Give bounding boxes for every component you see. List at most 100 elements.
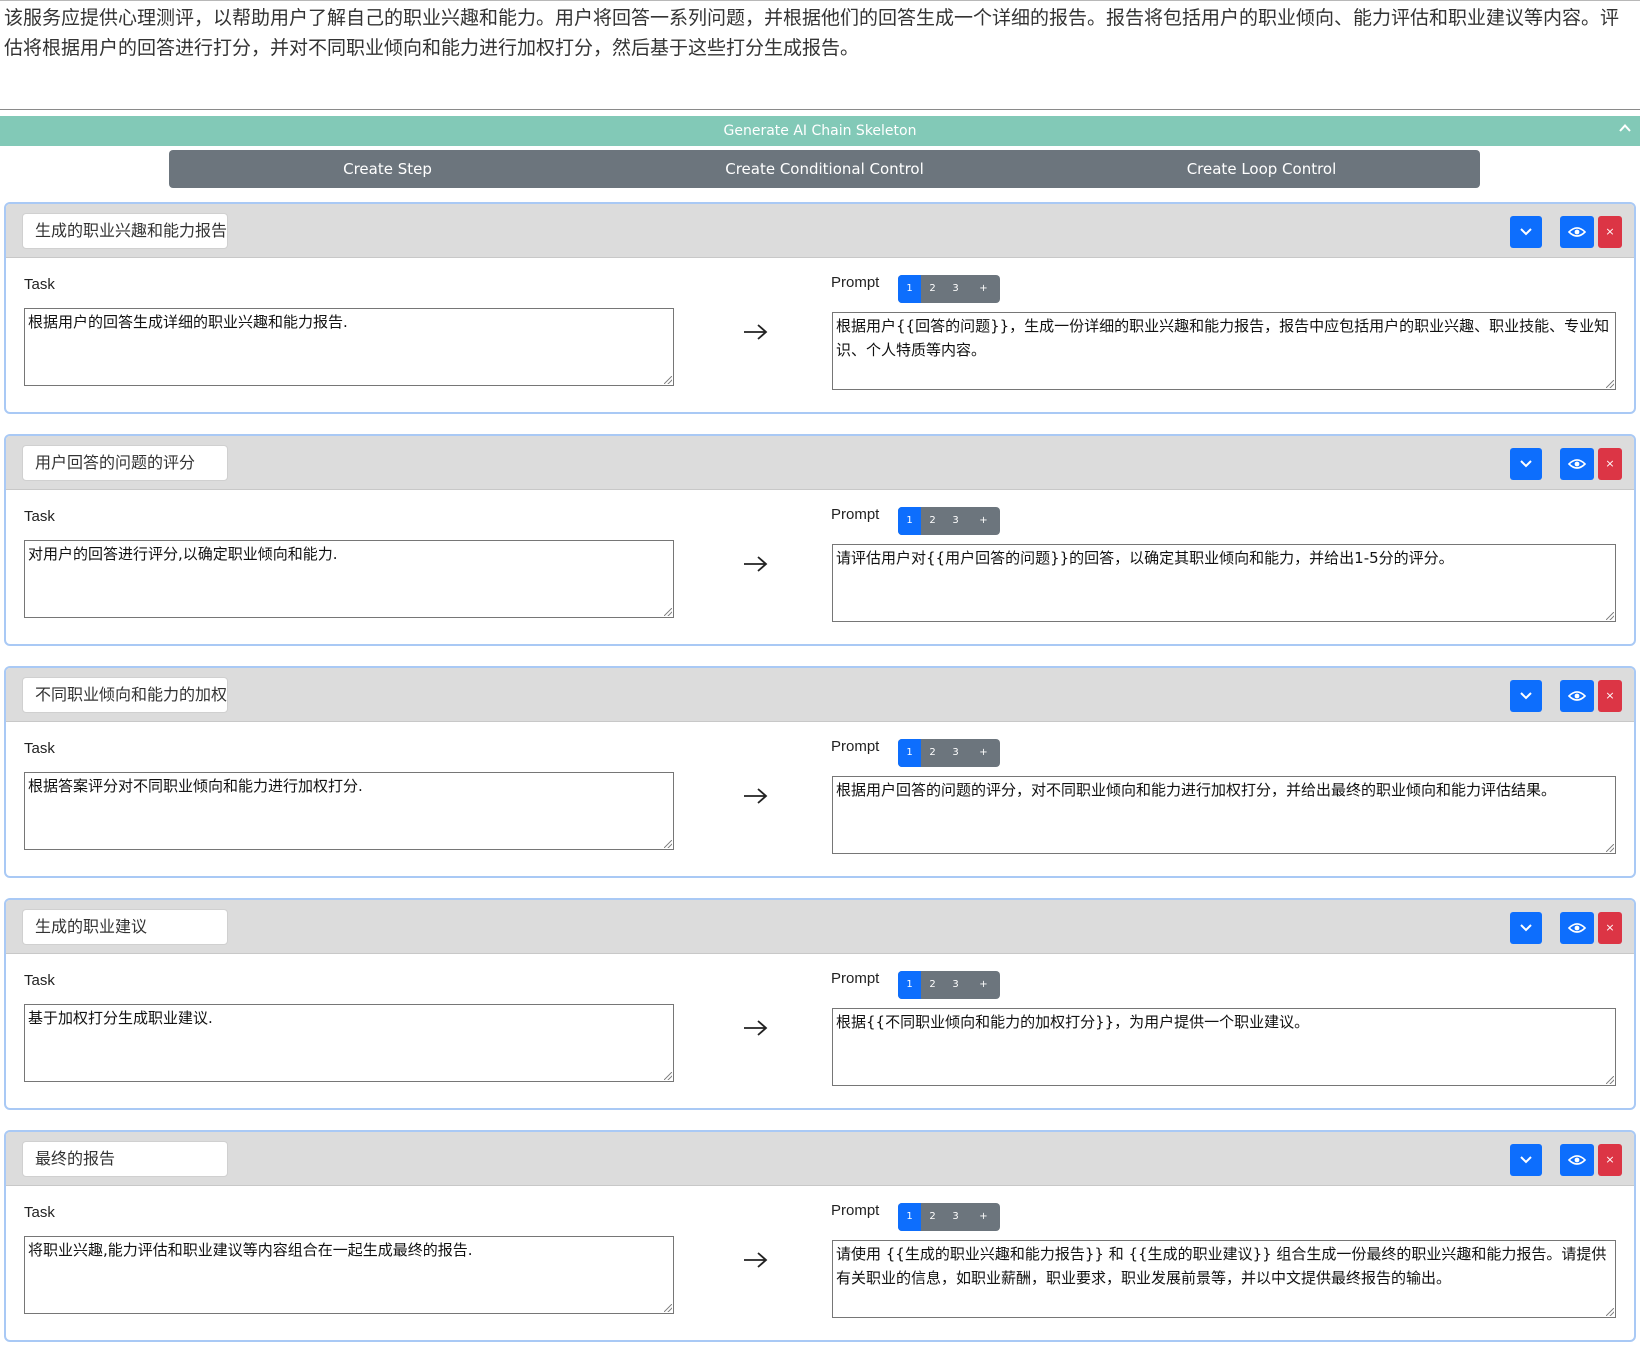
expand-step-button[interactable] [1510, 1144, 1542, 1176]
close-icon: × [1605, 921, 1615, 934]
close-icon: × [1605, 457, 1615, 470]
prompt-page-1[interactable]: 1 [898, 739, 921, 767]
arrow-right-icon [742, 1250, 770, 1270]
prompt-label: Prompt [831, 738, 880, 755]
delete-step-button[interactable]: × [1598, 448, 1622, 480]
prompt-version-pagination: 1 2 3 + [898, 275, 1000, 303]
prompt-page-3[interactable]: 3 [944, 1203, 967, 1231]
task-textarea[interactable]: 根据用户的回答生成详细的职业兴趣和能力报告. [24, 308, 674, 386]
step-name-input[interactable]: 用户回答的问题的评分 [22, 445, 228, 481]
prompt-textarea[interactable]: 请使用 {{生成的职业兴趣和能力报告}} 和 {{生成的职业建议}} 组合生成一… [832, 1240, 1616, 1318]
delete-step-button[interactable]: × [1598, 1144, 1622, 1176]
prompt-page-3[interactable]: 3 [944, 739, 967, 767]
step-name-input[interactable]: 不同职业倾向和能力的加权打分 [22, 677, 228, 713]
task-textarea[interactable]: 根据答案评分对不同职业倾向和能力进行加权打分. [24, 772, 674, 850]
preview-step-button[interactable] [1560, 912, 1594, 944]
prompt-version-pagination: 1 2 3 + [898, 971, 1000, 999]
step-header: 生成的职业建议 × [6, 900, 1634, 954]
prompt-label: Prompt [831, 1202, 880, 1219]
eye-icon [1560, 216, 1594, 248]
chevron-down-icon [1510, 448, 1542, 480]
step-header: 最终的报告 × [6, 1132, 1634, 1186]
delete-step-button[interactable]: × [1598, 216, 1622, 248]
create-step-button[interactable]: Create Step [169, 150, 606, 188]
expand-step-button[interactable] [1510, 912, 1542, 944]
prompt-label: Prompt [831, 970, 880, 987]
prompt-textarea[interactable]: 根据用户{{回答的问题}}，生成一份详细的职业兴趣和能力报告，报告中应包括用户的… [832, 312, 1616, 390]
prompt-label: Prompt [831, 274, 880, 291]
prompt-page-3[interactable]: 3 [944, 971, 967, 999]
step-header: 不同职业倾向和能力的加权打分 × [6, 668, 1634, 722]
delete-step-button[interactable]: × [1598, 680, 1622, 712]
step-header: 生成的职业兴趣和能力报告 × [6, 204, 1634, 258]
step-name-input[interactable]: 最终的报告 [22, 1141, 228, 1177]
close-icon: × [1605, 689, 1615, 702]
add-prompt-version-button[interactable]: + [967, 739, 1000, 767]
add-prompt-version-button[interactable]: + [967, 971, 1000, 999]
prompt-page-2[interactable]: 2 [921, 275, 944, 303]
create-conditional-control-button[interactable]: Create Conditional Control [606, 150, 1043, 188]
prompt-version-pagination: 1 2 3 + [898, 1203, 1000, 1231]
control-toolbar: Create Step Create Conditional Control C… [169, 150, 1480, 188]
chevron-down-icon [1510, 680, 1542, 712]
prompt-textarea[interactable]: 请评估用户对{{用户回答的问题}}的回答，以确定其职业倾向和能力，并给出1-5分… [832, 544, 1616, 622]
prompt-page-1[interactable]: 1 [898, 275, 921, 303]
preview-step-button[interactable] [1560, 216, 1594, 248]
arrow-right-icon [742, 786, 770, 806]
close-icon: × [1605, 1153, 1615, 1166]
delete-step-button[interactable]: × [1598, 912, 1622, 944]
prompt-page-1[interactable]: 1 [898, 971, 921, 999]
step-card: 最终的报告 × Task 将职业兴趣,能力评估和职业建议等内容组合在一起生成最终… [4, 1130, 1636, 1342]
generate-ai-chain-skeleton-button[interactable]: Generate AI Chain Skeleton [0, 116, 1640, 146]
close-icon: × [1605, 225, 1615, 238]
arrow-right-icon [742, 554, 770, 574]
eye-icon [1560, 1144, 1594, 1176]
expand-step-button[interactable] [1510, 448, 1542, 480]
step-name-input[interactable]: 生成的职业建议 [22, 909, 228, 945]
preview-step-button[interactable] [1560, 448, 1594, 480]
prompt-textarea[interactable]: 根据{{不同职业倾向和能力的加权打分}}，为用户提供一个职业建议。 [832, 1008, 1616, 1086]
step-card: 不同职业倾向和能力的加权打分 × Task 根据答案评分对不同职业倾向和能力进行… [4, 666, 1636, 878]
add-prompt-version-button[interactable]: + [967, 507, 1000, 535]
task-label: Task [24, 972, 55, 989]
prompt-page-1[interactable]: 1 [898, 1203, 921, 1231]
step-name-input[interactable]: 生成的职业兴趣和能力报告 [22, 213, 228, 249]
task-textarea[interactable]: 对用户的回答进行评分,以确定职业倾向和能力. [24, 540, 674, 618]
create-loop-control-button[interactable]: Create Loop Control [1043, 150, 1480, 188]
chevron-down-icon [1510, 1144, 1542, 1176]
task-textarea[interactable]: 基于加权打分生成职业建议. [24, 1004, 674, 1082]
eye-icon [1560, 912, 1594, 944]
add-prompt-version-button[interactable]: + [967, 275, 1000, 303]
step-card: 生成的职业兴趣和能力报告 × Task 根据用户的回答生成详细的职业兴趣和能力报… [4, 202, 1636, 414]
prompt-page-2[interactable]: 2 [921, 739, 944, 767]
eye-icon [1560, 448, 1594, 480]
arrow-right-icon [742, 1018, 770, 1038]
task-label: Task [24, 276, 55, 293]
prompt-page-1[interactable]: 1 [898, 507, 921, 535]
task-label: Task [24, 508, 55, 525]
preview-step-button[interactable] [1560, 1144, 1594, 1176]
task-label: Task [24, 1204, 55, 1221]
task-textarea[interactable]: 将职业兴趣,能力评估和职业建议等内容组合在一起生成最终的报告. [24, 1236, 674, 1314]
expand-step-button[interactable] [1510, 680, 1542, 712]
add-prompt-version-button[interactable]: + [967, 1203, 1000, 1231]
prompt-page-2[interactable]: 2 [921, 971, 944, 999]
prompt-page-3[interactable]: 3 [944, 507, 967, 535]
prompt-label: Prompt [831, 506, 880, 523]
prompt-version-pagination: 1 2 3 + [898, 739, 1000, 767]
preview-step-button[interactable] [1560, 680, 1594, 712]
service-description: 该服务应提供心理测评，以帮助用户了解自己的职业兴趣和能力。用户将回答一系列问题，… [0, 0, 1640, 110]
expand-step-button[interactable] [1510, 216, 1542, 248]
prompt-page-2[interactable]: 2 [921, 1203, 944, 1231]
step-card: 生成的职业建议 × Task 基于加权打分生成职业建议. Prompt 1 2 [4, 898, 1636, 1110]
prompt-version-pagination: 1 2 3 + [898, 507, 1000, 535]
step-header: 用户回答的问题的评分 × [6, 436, 1634, 490]
eye-icon [1560, 680, 1594, 712]
chevron-up-icon[interactable] [1618, 116, 1632, 146]
arrow-right-icon [742, 322, 770, 342]
chevron-down-icon [1510, 216, 1542, 248]
prompt-textarea[interactable]: 根据用户回答的问题的评分，对不同职业倾向和能力进行加权打分，并给出最终的职业倾向… [832, 776, 1616, 854]
prompt-page-3[interactable]: 3 [944, 275, 967, 303]
chevron-down-icon [1510, 912, 1542, 944]
prompt-page-2[interactable]: 2 [921, 507, 944, 535]
